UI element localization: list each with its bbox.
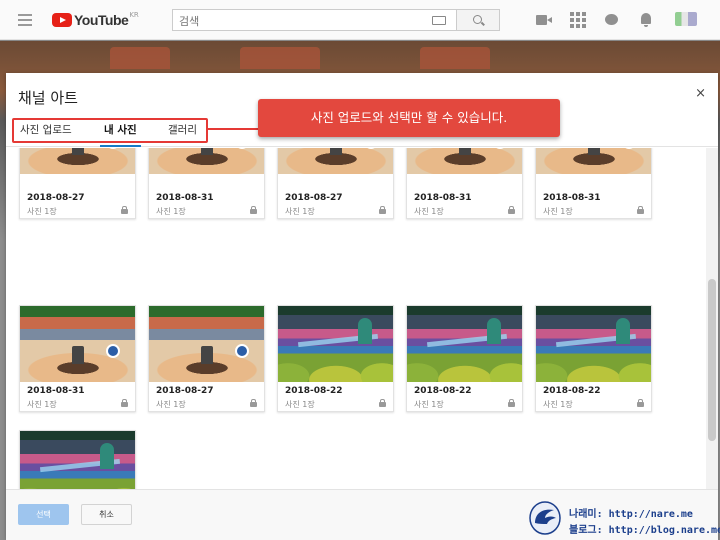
lock-icon — [637, 399, 644, 407]
logo-region: KR — [129, 11, 139, 19]
photo-card-info: 2018-08-31 사진 1장 — [536, 189, 651, 218]
photo-date: 2018-08-22 — [543, 386, 601, 396]
cancel-button[interactable]: 취소 — [81, 504, 132, 525]
annotation-callout: 사진 업로드와 선택만 할 수 있습니다. — [258, 99, 560, 137]
photo-date: 2018-08-31 — [543, 193, 601, 203]
photo-thumbnail — [149, 148, 264, 174]
apps-icon[interactable] — [570, 12, 586, 28]
search-box — [172, 9, 456, 32]
wing-logo-icon — [529, 501, 561, 535]
avatar[interactable] — [675, 12, 697, 26]
photo-card-info: 2018-08-31 사진 1장 — [20, 382, 135, 411]
photo-card[interactable]: 2018-08-22 사진 1장 — [535, 305, 652, 412]
photo-count: 사진 1장 — [414, 207, 444, 216]
messages-icon[interactable] — [604, 12, 620, 28]
lock-icon — [121, 206, 128, 214]
photo-card[interactable]: 2018-08-22 사진 1장 — [277, 305, 394, 412]
channel-art-dialog: 채널 아트 × 사진 업로드 내 사진 갤러리 사진 업로드와 선택만 할 수 … — [6, 73, 718, 540]
photo-card-info: 2018-08-22 사진 1장 — [278, 382, 393, 411]
tab-upload-photo[interactable]: 사진 업로드 — [20, 120, 72, 147]
menu-icon[interactable] — [18, 14, 32, 26]
photo-date: 2018-08-27 — [156, 386, 214, 396]
lock-icon — [121, 399, 128, 407]
search-button[interactable] — [456, 9, 500, 31]
photo-count: 사진 1장 — [414, 400, 444, 409]
photo-count: 사진 1장 — [27, 207, 57, 216]
photo-date: 2018-08-27 — [27, 193, 85, 203]
photo-thumbnail — [407, 306, 522, 383]
photo-thumbnail — [20, 148, 135, 174]
watermark-line-1: 나래미: http://nare.me — [569, 509, 693, 520]
photo-count: 사진 1장 — [156, 400, 186, 409]
photo-card-info: 2018-08-27 사진 1장 — [278, 189, 393, 218]
photo-card-info: 2018-08-22 사진 1장 — [536, 382, 651, 411]
photo-thumbnail — [20, 431, 135, 489]
photo-card-info: 2018-08-31 사진 1장 — [407, 189, 522, 218]
photo-date: 2018-08-22 — [414, 386, 472, 396]
photo-thumbnail — [278, 148, 393, 174]
lock-icon — [508, 399, 515, 407]
lock-icon — [637, 206, 644, 214]
lock-icon — [379, 399, 386, 407]
photo-card[interactable]: 2018-08-22 사진 1장 — [406, 305, 523, 412]
photo-thumbnail — [536, 148, 651, 174]
photo-card-info: 2018-08-22 사진 1장 — [407, 382, 522, 411]
scrollbar[interactable] — [706, 148, 718, 489]
photo-count: 사진 1장 — [285, 400, 315, 409]
photo-date: 2018-08-31 — [414, 193, 472, 203]
photo-card[interactable]: 2018-08-31 사진 1장 — [406, 148, 523, 219]
close-button[interactable]: × — [695, 87, 706, 101]
photo-date: 2018-08-27 — [285, 193, 343, 203]
photo-count: 사진 1장 — [27, 400, 57, 409]
youtube-logo[interactable]: YouTube KR — [52, 11, 139, 28]
photo-thumbnail — [278, 306, 393, 383]
photo-card-info: 2018-08-31 사진 1장 — [149, 189, 264, 218]
photo-card[interactable]: 2018-08-22사진 1장 — [19, 430, 136, 489]
photo-count: 사진 1장 — [543, 400, 573, 409]
photo-card[interactable]: 2018-08-31 사진 1장 — [19, 305, 136, 412]
photo-grid: 2018-08-27 사진 1장 2018-08-31 사진 1장 2018-08-27… — [6, 148, 718, 489]
photo-date: 2018-08-31 — [27, 386, 85, 396]
youtube-masthead: YouTube KR — [0, 0, 720, 40]
photo-card[interactable]: 2018-08-27 사진 1장 — [19, 148, 136, 219]
banner-decoration — [110, 47, 170, 69]
photo-thumbnail — [149, 306, 264, 383]
lock-icon — [250, 399, 257, 407]
lock-icon — [508, 206, 515, 214]
photo-count: 사진 1장 — [285, 207, 315, 216]
photo-card[interactable]: 2018-08-31 사진 1장 — [535, 148, 652, 219]
photo-card[interactable]: 2018-08-27 사진 1장 — [277, 148, 394, 219]
photo-date: 2018-08-31 — [156, 193, 214, 203]
logo-text: YouTube — [74, 12, 129, 28]
photo-card-info: 2018-08-27 사진 1장 — [20, 189, 135, 218]
banner-decoration — [240, 47, 320, 69]
photo-thumbnail — [407, 148, 522, 174]
photo-thumbnail — [20, 306, 135, 383]
search-input[interactable] — [179, 11, 419, 32]
scrollbar-thumb[interactable] — [708, 279, 716, 441]
photo-card[interactable]: 2018-08-31 사진 1장 — [148, 148, 265, 219]
youtube-play-icon — [52, 13, 72, 27]
photo-count: 사진 1장 — [156, 207, 186, 216]
select-button[interactable]: 선택 — [18, 504, 69, 525]
lock-icon — [379, 206, 386, 214]
bell-icon[interactable] — [638, 12, 654, 28]
dialog-title: 채널 아트 — [18, 89, 78, 107]
photo-card-info: 2018-08-27 사진 1장 — [149, 382, 264, 411]
lock-icon — [250, 206, 257, 214]
photo-thumbnail — [536, 306, 651, 383]
watermark-line-2: 블로그: http://blog.nare.me — [569, 525, 720, 536]
tab-gallery[interactable]: 갤러리 — [168, 120, 197, 147]
photo-date: 2018-08-22 — [285, 386, 343, 396]
callout-connector — [208, 128, 260, 130]
banner-decoration — [420, 47, 490, 69]
photo-count: 사진 1장 — [543, 207, 573, 216]
video-camera-icon[interactable] — [536, 12, 552, 28]
blog-watermark: 나래미: http://nare.me 블로그: http://blog.nar… — [527, 497, 720, 540]
keyboard-icon[interactable] — [432, 16, 446, 25]
tab-my-photos[interactable]: 내 사진 — [100, 120, 141, 147]
photo-card[interactable]: 2018-08-27 사진 1장 — [148, 305, 265, 412]
